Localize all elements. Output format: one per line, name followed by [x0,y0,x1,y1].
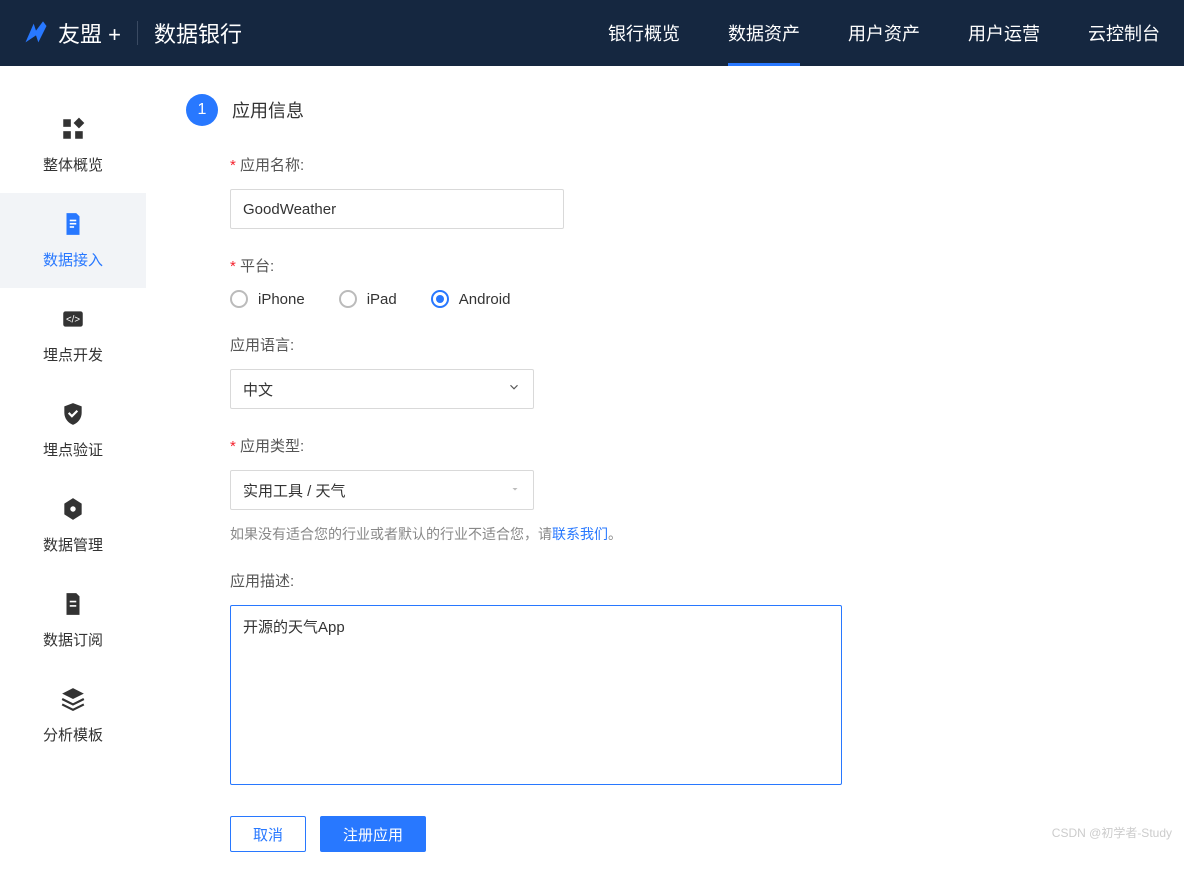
platform-label: 平台: [230,255,826,276]
layers-icon [60,686,86,712]
type-select[interactable]: 实用工具 / 天气 [230,470,534,510]
radio-icon [339,290,357,308]
code-icon: </> [60,306,86,332]
chevron-down-icon [507,380,521,398]
platform-radio-group: iPhone iPad Android [230,290,826,308]
nav-user-ops[interactable]: 用户运营 [968,0,1040,66]
step-badge: 1 [186,94,218,126]
sidebar-item-subscribe[interactable]: 数据订阅 [0,573,146,668]
shield-icon [60,401,86,427]
step-header: 1 应用信息 [186,94,1144,126]
sidebar-item-label: 整体概览 [43,154,103,175]
subtitle: 数据银行 [154,17,242,49]
app-name-label: 应用名称: [230,154,826,175]
contact-link[interactable]: 联系我们 [552,526,608,542]
type-label: 应用类型: [230,435,826,456]
sidebar-item-manage[interactable]: 数据管理 [0,478,146,573]
nav-user-assets[interactable]: 用户资产 [848,0,920,66]
chevron-down-icon [509,482,521,499]
top-nav: 银行概览 数据资产 用户资产 用户运营 云控制台 [608,0,1184,66]
step-title: 应用信息 [232,97,304,123]
sidebar-item-label: 数据订阅 [43,629,103,650]
sidebar-item-verify[interactable]: 埋点验证 [0,383,146,478]
sidebar-item-label: 分析模板 [43,724,103,745]
type-hint: 如果没有适合您的行业或者默认的行业不适合您，请联系我们。 [230,524,826,544]
sidebar-item-label: 数据管理 [43,534,103,555]
header-left: 友盟 + 数据银行 [0,17,242,49]
grid-icon [60,116,86,142]
sidebar-item-overview[interactable]: 整体概览 [0,98,146,193]
file-icon [60,211,86,237]
sidebar-item-template[interactable]: 分析模板 [0,668,146,763]
hex-icon [60,496,86,522]
sidebar: 整体概览 数据接入 </> 埋点开发 埋点验证 数据管理 数据订阅 分析模板 [0,66,146,880]
brand: 友盟 + [58,17,121,49]
language-select[interactable]: 中文 [230,369,534,409]
select-value: 中文 [243,379,273,400]
radio-android[interactable]: Android [431,290,511,308]
field-desc: 应用描述: [230,570,826,790]
svg-text:</>: </> [66,314,80,325]
select-value: 实用工具 / 天气 [243,480,346,501]
sidebar-item-dev[interactable]: </> 埋点开发 [0,288,146,383]
nav-data-assets[interactable]: 数据资产 [728,0,800,66]
sidebar-item-label: 数据接入 [43,249,103,270]
header: 友盟 + 数据银行 银行概览 数据资产 用户资产 用户运营 云控制台 [0,0,1184,66]
radio-label: iPhone [258,291,305,308]
field-platform: 平台: iPhone iPad Android [230,255,826,308]
sidebar-item-label: 埋点验证 [43,439,103,460]
field-type: 应用类型: 实用工具 / 天气 如果没有适合您的行业或者默认的行业不适合您，请联… [230,435,826,544]
nav-overview[interactable]: 银行概览 [608,0,680,66]
field-language: 应用语言: 中文 [230,334,826,409]
radio-icon [431,290,449,308]
radio-label: iPad [367,291,397,308]
app-name-input[interactable] [230,189,564,229]
radio-ipad[interactable]: iPad [339,290,397,308]
watermark: CSDN @初学者-Study [1052,824,1172,841]
radio-icon [230,290,248,308]
language-label: 应用语言: [230,334,826,355]
nav-console[interactable]: 云控制台 [1088,0,1160,66]
radio-iphone[interactable]: iPhone [230,290,305,308]
desc-label: 应用描述: [230,570,826,591]
divider [137,21,138,45]
sidebar-item-access[interactable]: 数据接入 [0,193,146,288]
sidebar-item-label: 埋点开发 [43,344,103,365]
form: 应用名称: 平台: iPhone iPad Android [186,154,826,852]
logo-icon [22,19,50,47]
main-content: 1 应用信息 应用名称: 平台: iPhone iPad [146,66,1184,880]
doc-icon [60,591,86,617]
radio-label: Android [459,291,511,308]
field-app-name: 应用名称: [230,154,826,229]
desc-textarea[interactable] [230,605,842,785]
